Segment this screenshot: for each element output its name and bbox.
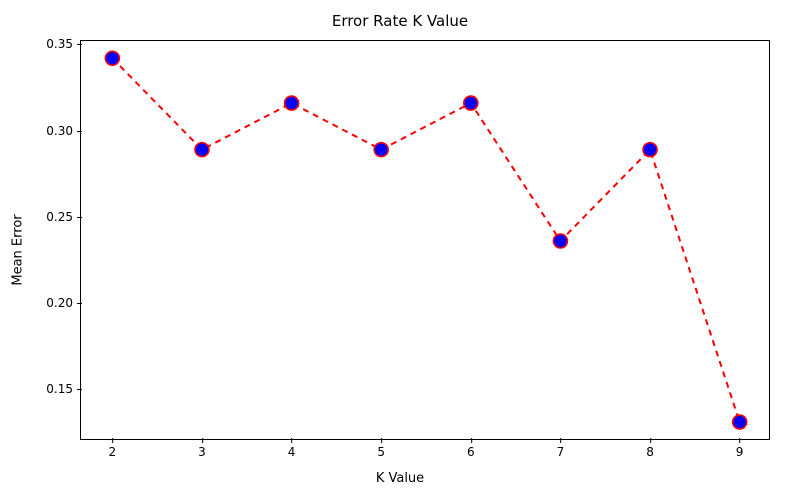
x-tick: 8 xyxy=(646,439,654,459)
data-point xyxy=(374,143,388,157)
x-tick: 7 xyxy=(557,439,565,459)
data-point xyxy=(195,143,209,157)
x-tick: 6 xyxy=(467,439,475,459)
data-point xyxy=(464,96,478,110)
y-tick: 0.30 xyxy=(46,124,81,138)
x-tick: 2 xyxy=(109,439,117,459)
y-tick: 0.15 xyxy=(46,382,81,396)
data-point xyxy=(643,143,657,157)
data-point xyxy=(105,51,119,65)
x-tick: 3 xyxy=(198,439,206,459)
x-axis-label: K Value xyxy=(0,471,800,486)
y-tick: 0.20 xyxy=(46,296,81,310)
data-point xyxy=(733,415,747,429)
y-axis-label: Mean Error xyxy=(11,214,26,285)
x-tick: 4 xyxy=(288,439,296,459)
chart-title: Error Rate K Value xyxy=(0,12,800,30)
x-tick: 5 xyxy=(377,439,385,459)
y-tick: 0.25 xyxy=(46,210,81,224)
series-line xyxy=(112,58,739,422)
plot-area: 0.150.200.250.300.3523456789 xyxy=(80,40,770,440)
x-tick: 9 xyxy=(736,439,744,459)
data-point xyxy=(553,234,567,248)
y-tick: 0.35 xyxy=(46,37,81,51)
line-plot xyxy=(81,41,769,439)
chart-figure: Error Rate K Value Mean Error K Value 0.… xyxy=(0,0,800,500)
data-point xyxy=(285,96,299,110)
